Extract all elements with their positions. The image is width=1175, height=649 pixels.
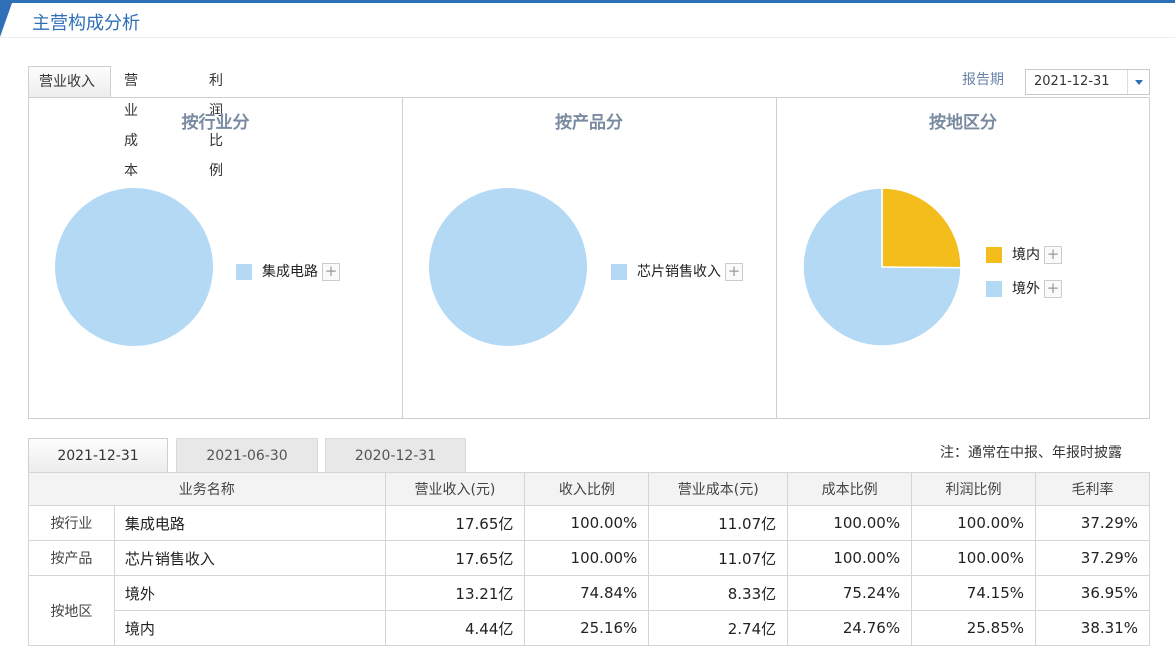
cost-cell: 11.07亿 bbox=[648, 540, 789, 576]
panel-by-industry: 按行业分 集成电路 + bbox=[29, 98, 402, 418]
pie-slice-集成电路[interactable] bbox=[55, 188, 213, 346]
gross-margin-cell: 38.31% bbox=[1035, 610, 1150, 646]
group-label: 按地区 bbox=[28, 575, 115, 646]
group-label: 按产品 bbox=[28, 540, 115, 576]
tab-period-2020-12-31[interactable]: 2020-12-31 bbox=[325, 438, 466, 473]
section-header: 主营构成分析 bbox=[0, 0, 1175, 38]
col-cost-ratio: 成本比例 bbox=[787, 472, 913, 506]
legend-item[interactable]: 境外 + bbox=[986, 277, 1062, 301]
legend-label: 境内 bbox=[1012, 247, 1040, 263]
cost-ratio-cell: 24.76% bbox=[787, 610, 913, 646]
legend-item[interactable]: 境内 + bbox=[986, 243, 1062, 267]
legend-swatch bbox=[986, 281, 1002, 297]
profit-ratio-cell: 100.00% bbox=[911, 540, 1036, 576]
legend-swatch bbox=[611, 264, 627, 280]
disclosure-note: 注：通常在中报、年报时披露 bbox=[940, 445, 1122, 461]
pie-chart-region bbox=[802, 187, 962, 347]
legend-product: 芯片销售收入 + bbox=[611, 260, 743, 294]
pie-chart-product bbox=[429, 188, 587, 346]
legend-label: 集成电路 bbox=[262, 264, 318, 280]
report-period-value: 2021-12-31 bbox=[1034, 74, 1110, 89]
table-row: 按行业 集成电路 17.65亿 100.00% 11.07亿 100.00% 1… bbox=[28, 505, 1150, 541]
legend-item[interactable]: 芯片销售收入 + bbox=[611, 260, 743, 284]
legend-swatch bbox=[236, 264, 252, 280]
tab-cost[interactable]: 营业成本 bbox=[124, 66, 138, 179]
legend-industry: 集成电路 + bbox=[236, 260, 340, 294]
col-gross-margin: 毛利率 bbox=[1035, 472, 1150, 506]
header-divider bbox=[0, 37, 1175, 38]
business-name: 集成电路 bbox=[113, 505, 386, 541]
table-row: 按地区 境外 13.21亿 74.84% 8.33亿 75.24% 74.15%… bbox=[28, 575, 1150, 646]
tab-period-2021-12-31[interactable]: 2021-12-31 bbox=[28, 438, 168, 473]
legend-label: 芯片销售收入 bbox=[637, 264, 721, 280]
plus-icon[interactable]: + bbox=[1044, 246, 1062, 264]
plus-icon[interactable]: + bbox=[322, 263, 340, 281]
plus-icon[interactable]: + bbox=[1044, 280, 1062, 298]
panel-by-region: 按地区分 境内 + 境外 + bbox=[776, 98, 1149, 418]
cost-cell: 11.07亿 bbox=[648, 505, 789, 541]
section-title: 主营构成分析 bbox=[32, 13, 140, 34]
table-header-row: 业务名称 营业收入(元) 收入比例 营业成本(元) 成本比例 利润比例 毛利率 bbox=[28, 472, 1150, 506]
col-cost: 营业成本(元) bbox=[648, 472, 789, 506]
report-period-label: 报告期 bbox=[962, 72, 1004, 88]
cost-ratio-cell: 100.00% bbox=[787, 540, 913, 576]
cost-ratio-cell: 100.00% bbox=[787, 505, 913, 541]
gross-margin-cell: 37.29% bbox=[1035, 540, 1150, 576]
chevron-down-icon[interactable] bbox=[1127, 70, 1149, 94]
report-period-select[interactable]: 2021-12-31 bbox=[1025, 69, 1150, 95]
charts-container: 按行业分 集成电路 + 按产品分 芯片销售收入 + 按地区分 境内 + 境外 + bbox=[28, 97, 1150, 419]
table-row: 境内 4.44亿 25.16% 2.74亿 24.76% 25.85% 38.3… bbox=[29, 610, 1150, 646]
profit-ratio-cell: 25.85% bbox=[911, 610, 1036, 646]
plus-icon[interactable]: + bbox=[725, 263, 743, 281]
profit-ratio-cell: 74.15% bbox=[911, 575, 1036, 611]
revenue-cell: 13.21亿 bbox=[384, 575, 526, 611]
table-row: 按产品 芯片销售收入 17.65亿 100.00% 11.07亿 100.00%… bbox=[28, 540, 1150, 576]
cost-ratio-cell: 75.24% bbox=[787, 575, 913, 611]
cost-cell: 2.74亿 bbox=[648, 610, 789, 646]
business-name: 芯片销售收入 bbox=[113, 540, 386, 576]
tab-period-2021-06-30[interactable]: 2021-06-30 bbox=[176, 438, 318, 473]
revenue-ratio-cell: 100.00% bbox=[524, 540, 650, 576]
panel-by-product: 按产品分 芯片销售收入 + bbox=[402, 98, 775, 418]
col-profit-ratio: 利润比例 bbox=[911, 472, 1036, 506]
header-accent bbox=[0, 3, 12, 37]
tab-profit-ratio[interactable]: 利润比例 bbox=[209, 66, 223, 179]
legend-region: 境内 + 境外 + bbox=[986, 243, 1062, 311]
revenue-ratio-cell: 25.16% bbox=[524, 610, 650, 646]
business-name: 境外 bbox=[113, 575, 386, 611]
gross-margin-cell: 36.95% bbox=[1035, 575, 1150, 611]
composition-table: 业务名称 营业收入(元) 收入比例 营业成本(元) 成本比例 利润比例 毛利率 … bbox=[28, 472, 1150, 646]
revenue-cell: 4.44亿 bbox=[384, 610, 526, 646]
gross-margin-cell: 37.29% bbox=[1035, 505, 1150, 541]
business-name: 境内 bbox=[113, 610, 386, 646]
pie-slice-境内[interactable] bbox=[881, 187, 962, 269]
col-business-name: 业务名称 bbox=[28, 472, 386, 506]
revenue-cell: 17.65亿 bbox=[384, 505, 526, 541]
profit-ratio-cell: 100.00% bbox=[911, 505, 1036, 541]
revenue-ratio-cell: 74.84% bbox=[524, 575, 650, 611]
tab-revenue[interactable]: 营业收入 bbox=[28, 66, 111, 98]
legend-swatch bbox=[986, 247, 1002, 263]
pie-slice-芯片销售收入[interactable] bbox=[429, 188, 587, 346]
legend-item[interactable]: 集成电路 + bbox=[236, 260, 340, 284]
pie-chart-industry bbox=[55, 188, 213, 346]
revenue-ratio-cell: 100.00% bbox=[524, 505, 650, 541]
col-revenue-ratio: 收入比例 bbox=[524, 472, 650, 506]
cost-cell: 8.33亿 bbox=[648, 575, 789, 611]
group-label: 按行业 bbox=[28, 505, 115, 541]
col-revenue: 营业收入(元) bbox=[384, 472, 526, 506]
legend-label: 境外 bbox=[1012, 281, 1040, 297]
revenue-cell: 17.65亿 bbox=[384, 540, 526, 576]
